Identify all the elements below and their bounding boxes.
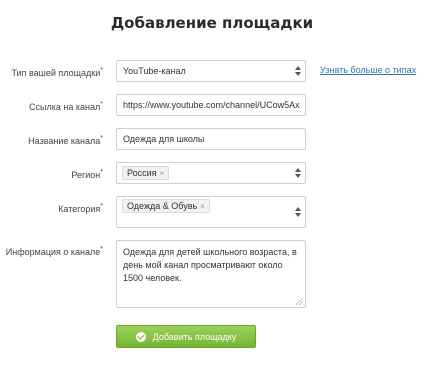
channel-info-value: Одежда для детей школьного возраста, в д… xyxy=(123,247,297,283)
channel-name-value: Одежда для школы xyxy=(123,134,205,144)
category-tag: Одежда & Обувь × xyxy=(122,199,210,213)
select-arrows-icon xyxy=(295,168,301,178)
channel-url-value: https://www.youtube.com/channel/UCow5Ax xyxy=(123,100,300,110)
checkmark-icon xyxy=(135,331,146,342)
select-arrows-icon xyxy=(295,207,301,217)
select-arrows-icon xyxy=(295,66,301,76)
remove-tag-icon[interactable]: × xyxy=(160,169,165,178)
remove-tag-icon[interactable]: × xyxy=(200,202,205,211)
page-title: Добавление площадки xyxy=(110,14,314,32)
channel-url-input[interactable]: https://www.youtube.com/channel/UCow5Ax xyxy=(116,94,306,116)
add-platform-button[interactable]: Добавить площадку xyxy=(116,325,256,348)
platform-type-select[interactable]: YouTube-канал xyxy=(116,60,306,82)
channel-info-textarea[interactable]: Одежда для детей школьного возраста, в д… xyxy=(116,240,306,308)
region-tag: Россия × xyxy=(122,166,170,180)
channel-info-label: Информация о канале* xyxy=(5,246,103,257)
category-select[interactable]: Одежда & Обувь × xyxy=(116,196,306,228)
region-select[interactable]: Россия × xyxy=(116,162,306,184)
region-label: Регион* xyxy=(71,169,103,180)
platform-type-label: Тип вашей площадки* xyxy=(11,67,103,78)
learn-more-link[interactable]: Узнать больше о типах xyxy=(320,65,416,75)
channel-name-input[interactable]: Одежда для школы xyxy=(116,128,306,150)
category-label: Категория* xyxy=(58,203,103,214)
resize-handle-icon[interactable] xyxy=(296,298,303,305)
platform-type-value: YouTube-канал xyxy=(123,66,186,76)
channel-url-label: Ссылка на канал* xyxy=(29,101,103,112)
channel-name-label: Название канала* xyxy=(28,135,103,146)
add-platform-button-label: Добавить площадку xyxy=(152,331,237,342)
